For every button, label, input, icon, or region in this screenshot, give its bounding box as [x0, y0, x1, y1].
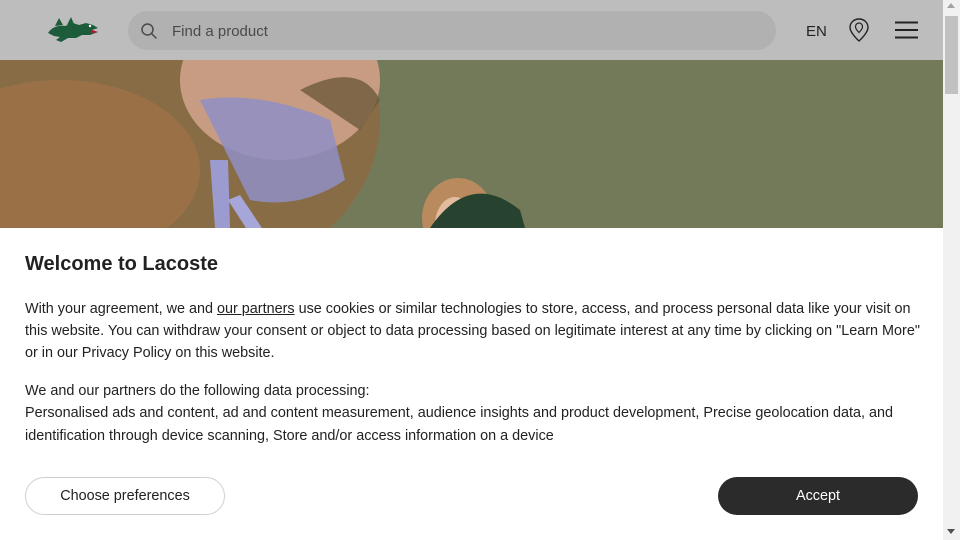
- consent-description: With your agreement, we and our partners…: [25, 298, 920, 364]
- hamburger-menu-icon[interactable]: [895, 21, 918, 39]
- our-partners-link[interactable]: our partners: [217, 301, 295, 317]
- map-pin-icon[interactable]: [847, 17, 871, 43]
- scrollbar-thumb[interactable]: [945, 16, 958, 94]
- search-icon: [141, 23, 157, 39]
- language-selector[interactable]: EN: [806, 23, 827, 40]
- processing-purposes: Personalised ads and content, ad and con…: [25, 405, 894, 444]
- hero-image: [0, 60, 943, 228]
- scroll-up-arrow-icon[interactable]: [947, 3, 955, 8]
- consent-title: Welcome to Lacoste: [25, 253, 219, 275]
- crocodile-logo-icon[interactable]: [46, 14, 100, 46]
- processing-heading: We and our partners do the following dat…: [25, 383, 370, 399]
- hero-photo: [0, 60, 943, 228]
- scroll-down-arrow-icon[interactable]: [947, 529, 955, 534]
- site-header: EN: [0, 0, 943, 60]
- choose-preferences-button[interactable]: Choose preferences: [25, 477, 225, 515]
- consent-body-text: With your agreement, we and: [25, 301, 217, 317]
- accept-button[interactable]: Accept: [718, 477, 918, 515]
- cookie-consent-dialog: Welcome to Lacoste With your agreement, …: [0, 228, 943, 540]
- search-input[interactable]: [172, 20, 732, 42]
